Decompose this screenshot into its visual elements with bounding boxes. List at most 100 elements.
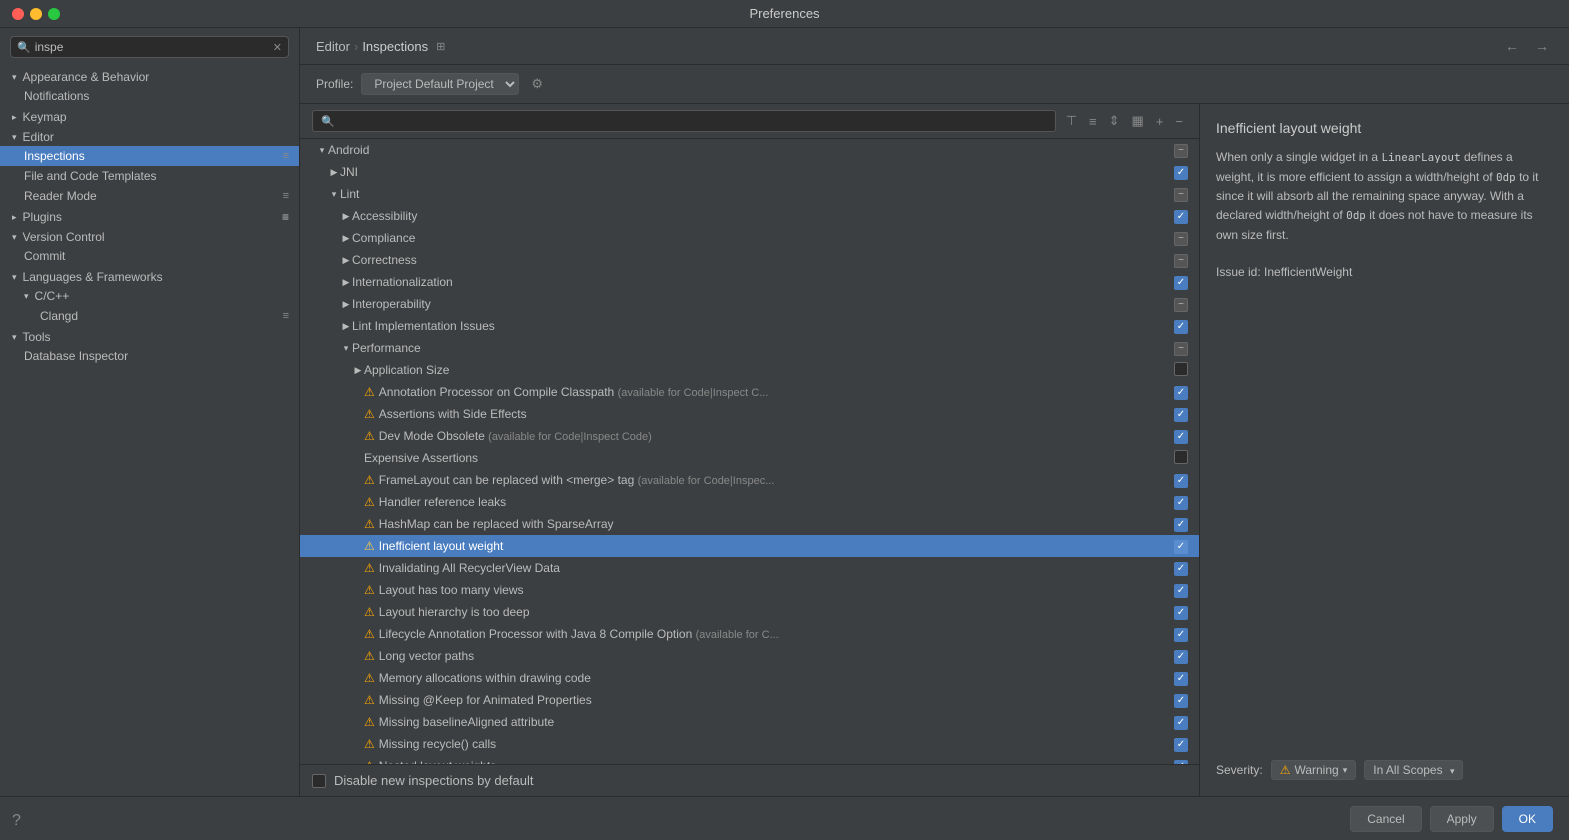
apply-button[interactable]: Apply <box>1430 806 1494 832</box>
checkbox-hierarchy[interactable]: ✓ <box>1174 606 1188 620</box>
clear-search-icon[interactable]: ✕ <box>273 41 282 54</box>
tree-item-handler-leaks[interactable]: ⚠ Handler reference leaks ✓ <box>300 491 1199 513</box>
toggle-icon[interactable]: ▶ <box>340 321 352 332</box>
tree-item-dev-mode[interactable]: ⚠ Dev Mode Obsolete (available for Code|… <box>300 425 1199 447</box>
sidebar-section-tools[interactable]: ▾ Tools <box>0 326 299 346</box>
sidebar-item-cpp[interactable]: ▾ C/C++ <box>0 286 299 306</box>
ok-button[interactable]: OK <box>1502 806 1553 832</box>
tree-item-missing-keep[interactable]: ⚠ Missing @Keep for Animated Properties … <box>300 689 1199 711</box>
checkbox-accessibility[interactable]: ✓ <box>1174 210 1188 224</box>
checkbox-interop[interactable]: − <box>1174 298 1188 312</box>
tree-item-framelayout[interactable]: ⚠ FrameLayout can be replaced with <merg… <box>300 469 1199 491</box>
severity-select[interactable]: ⚠ Warning ▾ <box>1271 760 1357 780</box>
tree-item-long-vectors[interactable]: ⚠ Long vector paths ✓ <box>300 645 1199 667</box>
sidebar-item-clangd[interactable]: Clangd ≡ <box>0 306 299 326</box>
checkbox-compliance[interactable]: − <box>1174 232 1188 246</box>
checkbox-hashmap[interactable]: ✓ <box>1174 518 1188 532</box>
checkbox-lifecycle[interactable]: ✓ <box>1174 628 1188 642</box>
tree-item-i18n[interactable]: ▶ Internationalization ✓ <box>300 271 1199 293</box>
checkbox-keep[interactable]: ✓ <box>1174 694 1188 708</box>
checkbox-annotation[interactable]: ✓ <box>1174 386 1188 400</box>
tree-section-android[interactable]: ▾ Android − <box>300 139 1199 161</box>
toggle-icon[interactable]: ▶ <box>352 365 364 376</box>
sidebar-search-input[interactable] <box>35 40 269 54</box>
sidebar-section-editor[interactable]: ▾ Editor <box>0 126 299 146</box>
help-icon[interactable]: ? <box>12 812 21 830</box>
sidebar-item-database-inspector[interactable]: Database Inspector <box>0 346 299 366</box>
toggle-icon[interactable]: ▶ <box>328 167 340 178</box>
sort-icon[interactable]: ≡ <box>1085 112 1101 131</box>
sidebar-item-file-code-templates[interactable]: File and Code Templates <box>0 166 299 186</box>
sidebar-section-plugins[interactable]: ▸ Plugins ≡ <box>0 206 299 226</box>
tree-item-expensive-assertions[interactable]: Expensive Assertions <box>300 447 1199 469</box>
sidebar-item-reader-mode[interactable]: Reader Mode ≡ <box>0 186 299 206</box>
checkbox-lint-impl[interactable]: ✓ <box>1174 320 1188 334</box>
checkbox-lint[interactable]: − <box>1174 188 1188 202</box>
toggle-icon[interactable]: ▶ <box>340 233 352 244</box>
tree-item-memory[interactable]: ⚠ Memory allocations within drawing code… <box>300 667 1199 689</box>
checkbox-dev-mode[interactable]: ✓ <box>1174 430 1188 444</box>
checkbox-baseline[interactable]: ✓ <box>1174 716 1188 730</box>
checkbox-memory[interactable]: ✓ <box>1174 672 1188 686</box>
filter-icon[interactable]: ⊤ <box>1062 111 1081 131</box>
tree-item-correctness[interactable]: ▶ Correctness − <box>300 249 1199 271</box>
tree-item-jni[interactable]: ▶ JNI ✓ <box>300 161 1199 183</box>
checkbox-jni[interactable]: ✓ <box>1174 166 1188 180</box>
tree-item-app-size[interactable]: ▶ Application Size <box>300 359 1199 381</box>
cancel-button[interactable]: Cancel <box>1350 806 1421 832</box>
tree-item-too-many-views[interactable]: ⚠ Layout has too many views ✓ <box>300 579 1199 601</box>
toggle-icon[interactable]: ▶ <box>340 255 352 266</box>
tree-item-recycle[interactable]: ⚠ Missing recycle() calls ✓ <box>300 733 1199 755</box>
checkbox-app-size[interactable] <box>1174 362 1188 376</box>
tree-item-accessibility[interactable]: ▶ Accessibility ✓ <box>300 205 1199 227</box>
sidebar-search-wrap[interactable]: 🔍 ✕ <box>10 36 289 58</box>
maximize-button[interactable] <box>48 8 60 20</box>
expand-icon[interactable]: ⇕ <box>1105 111 1124 131</box>
group-icon[interactable]: ▦ <box>1128 111 1148 131</box>
toggle-icon[interactable]: ▾ <box>316 145 328 156</box>
tree-item-lint-impl[interactable]: ▶ Lint Implementation Issues ✓ <box>300 315 1199 337</box>
inspections-search-box[interactable]: 🔍 <box>312 110 1056 132</box>
tree-item-lifecycle[interactable]: ⚠ Lifecycle Annotation Processor with Ja… <box>300 623 1199 645</box>
add-icon[interactable]: + <box>1152 112 1168 131</box>
sidebar-section-languages[interactable]: ▾ Languages & Frameworks <box>0 266 299 286</box>
tree-item-hierarchy-deep[interactable]: ⚠ Layout hierarchy is too deep ✓ <box>300 601 1199 623</box>
checkbox-expensive[interactable] <box>1174 450 1188 464</box>
settings-icon[interactable]: ⚙ <box>527 74 547 94</box>
minimize-button[interactable] <box>30 8 42 20</box>
checkbox-i18n[interactable]: ✓ <box>1174 276 1188 290</box>
checkbox-android[interactable]: − <box>1174 144 1188 158</box>
forward-icon[interactable]: → <box>1531 36 1553 56</box>
window-controls[interactable] <box>12 8 60 20</box>
tree-item-interop[interactable]: ▶ Interoperability − <box>300 293 1199 315</box>
checkbox-recyclerview[interactable]: ✓ <box>1174 562 1188 576</box>
toggle-icon[interactable]: ▶ <box>340 277 352 288</box>
tree-item-nested-weights[interactable]: ⚠ Nested layout weights ✓ <box>300 755 1199 764</box>
toggle-icon[interactable]: ▾ <box>340 343 352 354</box>
sidebar-section-keymap[interactable]: ▸ Keymap <box>0 106 299 126</box>
sidebar-item-inspections[interactable]: Inspections ≡ <box>0 146 299 166</box>
disable-new-checkbox[interactable] <box>312 774 326 788</box>
toggle-icon[interactable]: ▶ <box>340 299 352 310</box>
checkbox-inefficient[interactable]: ✓ <box>1174 540 1188 554</box>
remove-icon[interactable]: − <box>1171 112 1187 131</box>
checkbox-recycle[interactable]: ✓ <box>1174 738 1188 752</box>
tree-item-compliance[interactable]: ▶ Compliance − <box>300 227 1199 249</box>
checkbox-assertions[interactable]: ✓ <box>1174 408 1188 422</box>
checkbox-handler[interactable]: ✓ <box>1174 496 1188 510</box>
toggle-icon[interactable]: ▾ <box>328 189 340 200</box>
checkbox-performance[interactable]: − <box>1174 342 1188 356</box>
tree-item-assertions[interactable]: ⚠ Assertions with Side Effects ✓ <box>300 403 1199 425</box>
sidebar-item-commit[interactable]: Commit <box>0 246 299 266</box>
tree-item-annotation-processor[interactable]: ⚠ Annotation Processor on Compile Classp… <box>300 381 1199 403</box>
tree-item-hashmap[interactable]: ⚠ HashMap can be replaced with SparseArr… <box>300 513 1199 535</box>
edit-icon[interactable]: ⊞ <box>432 38 449 55</box>
toggle-icon[interactable]: ▶ <box>340 211 352 222</box>
checkbox-correctness[interactable]: − <box>1174 254 1188 268</box>
inspections-search-input[interactable] <box>339 114 1047 128</box>
checkbox-framelayout[interactable]: ✓ <box>1174 474 1188 488</box>
scope-select[interactable]: In All Scopes ▾ <box>1364 760 1463 780</box>
tree-item-baseline[interactable]: ⚠ Missing baselineAligned attribute ✓ <box>300 711 1199 733</box>
sidebar-item-notifications[interactable]: Notifications <box>0 86 299 106</box>
tree-section-performance[interactable]: ▾ Performance − <box>300 337 1199 359</box>
